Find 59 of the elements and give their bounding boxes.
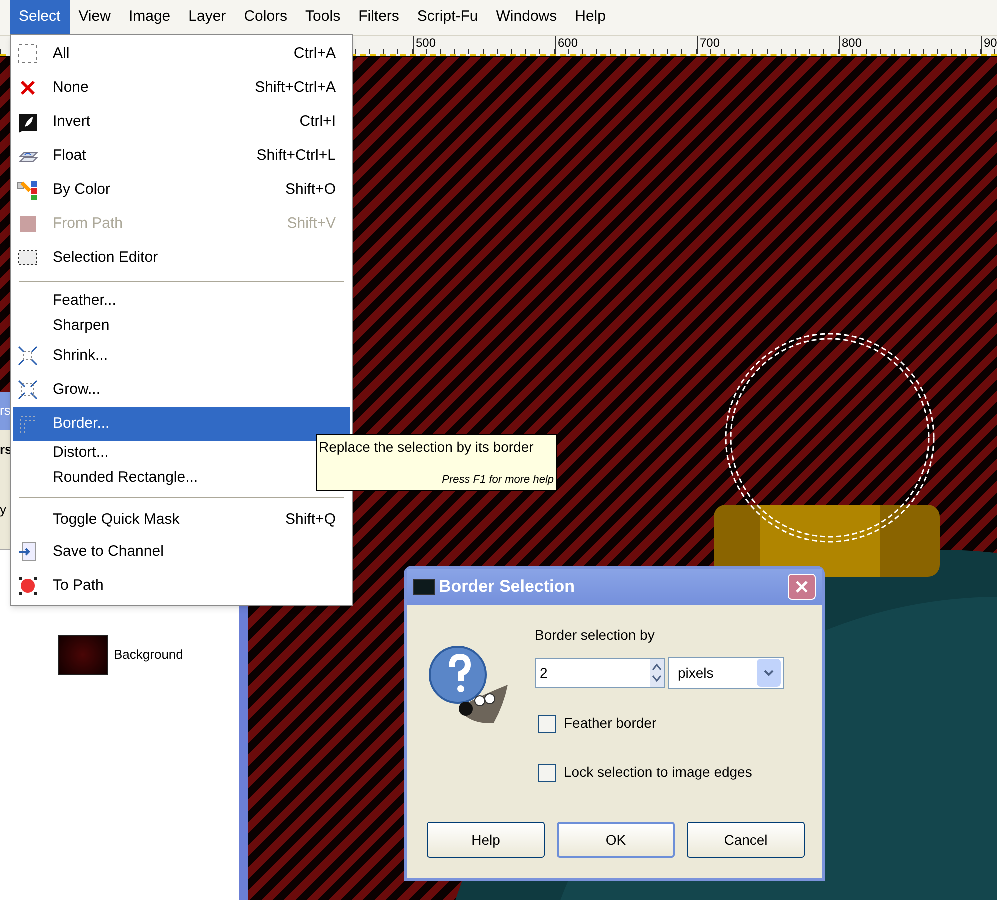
- window-icon: [413, 579, 435, 595]
- ruler-label: 90: [981, 36, 997, 54]
- menubar-item[interactable]: Image: [120, 0, 180, 35]
- menu-item[interactable]: Feather...: [13, 289, 350, 314]
- menubar-item[interactable]: Help: [566, 0, 615, 35]
- tooltip-text: Replace the selection by its border: [319, 438, 535, 457]
- menu-item[interactable]: By Color Shift+O: [13, 173, 350, 207]
- close-button[interactable]: [788, 574, 816, 600]
- dialog-button[interactable]: Help: [427, 822, 545, 858]
- menubar-item[interactable]: Script-Fu: [408, 0, 488, 35]
- dock-label: y: [0, 500, 6, 519]
- close-icon: [795, 580, 809, 594]
- menu-item[interactable]: Shrink...: [13, 339, 350, 373]
- grow-icon: [17, 379, 39, 401]
- checkbox[interactable]: [538, 714, 556, 732]
- menu-item[interactable]: Selection Editor: [13, 241, 350, 275]
- menu-item[interactable]: Float Shift+Ctrl+L: [13, 139, 350, 173]
- menu-item[interactable]: None Shift+Ctrl+A: [13, 71, 350, 105]
- prompt-label: Border selection by: [535, 626, 656, 645]
- menubar-item[interactable]: Select: [10, 0, 70, 35]
- invert-icon: [17, 111, 39, 133]
- shrink-icon: [17, 345, 39, 367]
- dialog-button[interactable]: Cancel: [687, 822, 805, 858]
- dropdown-caret-icon: [764, 669, 774, 677]
- checkbox-label: Feather border: [564, 714, 657, 733]
- unit-dropdown[interactable]: pixels: [668, 657, 784, 689]
- menubar-item[interactable]: Tools: [296, 0, 350, 35]
- dialog-button[interactable]: OK: [557, 822, 675, 858]
- menubar-item[interactable]: View: [70, 0, 120, 35]
- menubar-item[interactable]: Windows: [487, 0, 566, 35]
- ruler-label: 500: [413, 36, 555, 54]
- menu-item[interactable]: Border...: [13, 407, 350, 441]
- select-all-icon: [17, 43, 39, 65]
- menubar-item[interactable]: Layer: [180, 0, 236, 35]
- menu-item[interactable]: Invert Ctrl+I: [13, 105, 350, 139]
- menu-item[interactable]: Toggle Quick Mask Shift+Q: [13, 505, 350, 535]
- menubar-item[interactable]: Filters: [350, 0, 408, 35]
- to-path-icon: [17, 575, 39, 597]
- spin-field[interactable]: 2: [535, 658, 665, 688]
- menu-item[interactable]: To Path: [13, 569, 350, 603]
- menu-item[interactable]: Save to Channel: [13, 535, 350, 569]
- tooltip-hint: Press F1 for more help: [442, 472, 554, 488]
- layer-thumbnail: [58, 635, 108, 675]
- from-path-icon: [17, 213, 39, 235]
- layer-name[interactable]: Background: [114, 645, 184, 665]
- ruler-label: 700: [697, 36, 839, 54]
- ruler-label: 800: [839, 36, 981, 54]
- menu-item[interactable]: All Ctrl+A: [13, 37, 350, 71]
- window-title: Border Selection: [439, 576, 576, 598]
- menubar-item[interactable]: Colors: [235, 0, 297, 35]
- checkbox-label: Lock selection to image edges: [564, 763, 752, 782]
- spin-arrows-icon: [652, 661, 662, 685]
- save-to-channel-icon: [17, 541, 39, 563]
- dock-title: rs: [0, 402, 11, 420]
- menu-item[interactable]: Grow...: [13, 373, 350, 407]
- ruler-label: 600: [555, 36, 697, 54]
- select-by-color-icon: [17, 179, 39, 201]
- checkbox[interactable]: [538, 764, 556, 782]
- menu-item[interactable]: Sharpen: [13, 314, 350, 339]
